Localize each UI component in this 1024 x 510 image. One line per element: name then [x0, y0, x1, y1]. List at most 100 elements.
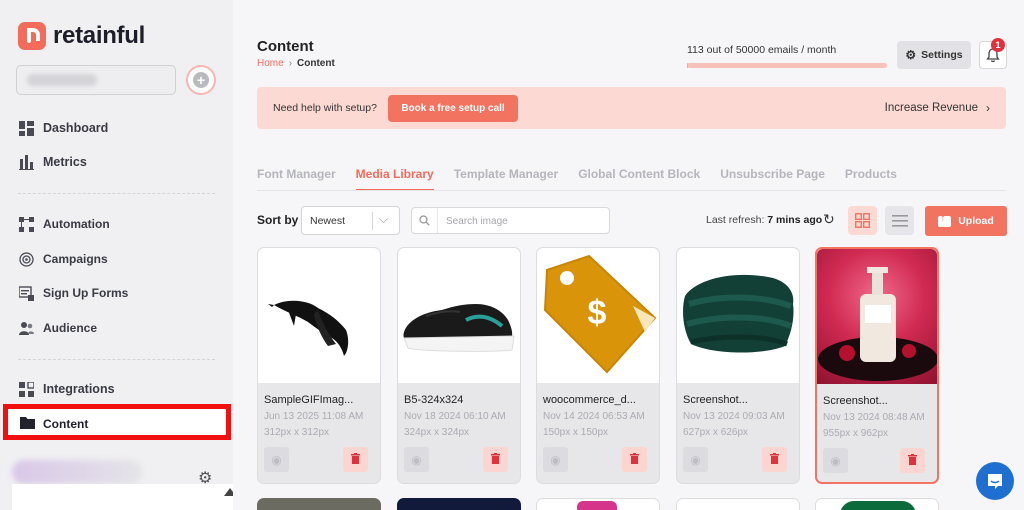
- sort-select[interactable]: Newest ⌵: [301, 206, 400, 235]
- trash-icon: [770, 452, 779, 467]
- grid-view-button[interactable]: [848, 206, 877, 235]
- tab-unsubscribe-page[interactable]: Unsubscribe Page: [720, 165, 825, 191]
- eye-icon: ◉: [411, 452, 422, 467]
- list-view-button[interactable]: [885, 206, 914, 235]
- view-button[interactable]: ◉: [264, 447, 289, 472]
- tab-font-manager[interactable]: Font Manager: [257, 165, 336, 191]
- increase-revenue-link[interactable]: Increase Revenue ›: [885, 101, 990, 115]
- media-card[interactable]: B5-324x324 Nov 18 2024 06:10 AM 324px x …: [397, 247, 521, 484]
- media-card[interactable]: Screenshot... Nov 13 2024 09:03 AM 627px…: [676, 247, 800, 484]
- view-button[interactable]: ◉: [823, 448, 848, 473]
- view-button[interactable]: ◉: [683, 447, 708, 472]
- grid-icon: [855, 213, 870, 228]
- lotion-image[interactable]: [817, 249, 937, 384]
- search-image-field[interactable]: [411, 207, 610, 234]
- refresh-icon[interactable]: ↻: [823, 211, 835, 228]
- price-tag-image[interactable]: $: [537, 248, 659, 383]
- delete-button[interactable]: [343, 447, 368, 472]
- user-account[interactable]: ⚙: [8, 458, 259, 510]
- breadcrumb-home-link[interactable]: Home: [257, 58, 284, 69]
- partial-thumb: [840, 501, 916, 510]
- upload-button[interactable]: Upload: [925, 206, 1007, 236]
- partial-thumb: [577, 501, 617, 510]
- sort-select-value: Newest: [310, 215, 346, 227]
- eye-icon: ◉: [830, 453, 841, 468]
- brand-name: retainful: [53, 22, 145, 49]
- sort-select-divider: [372, 212, 373, 230]
- sidebar-item-signup-forms[interactable]: Sign Up Forms: [18, 283, 128, 303]
- media-card-selected[interactable]: Screenshot... Nov 13 2024 08:48 AM 955px…: [815, 247, 939, 484]
- breadcrumb: Home › Content: [257, 58, 335, 69]
- eye-icon: ◉: [550, 452, 561, 467]
- settings-button[interactable]: ⚙ Settings: [897, 41, 971, 69]
- sidebar-item-campaigns[interactable]: Campaigns: [18, 249, 108, 269]
- delete-button[interactable]: [622, 447, 647, 472]
- tab-global-content-block[interactable]: Global Content Block: [578, 165, 700, 191]
- media-card-partial[interactable]: [397, 498, 521, 510]
- media-date: Jun 13 2025 11:08 AM: [264, 411, 364, 422]
- store-selector[interactable]: [16, 65, 176, 95]
- sidebar-item-label: Automation: [43, 217, 110, 231]
- sidebar-item-automation[interactable]: Automation: [18, 214, 110, 234]
- media-date: Nov 14 2024 06:53 AM: [543, 411, 645, 422]
- blanket-image[interactable]: [677, 248, 799, 383]
- delete-button[interactable]: [483, 447, 508, 472]
- media-name: woocommerce_d...: [543, 394, 636, 406]
- sidebar-item-dashboard[interactable]: Dashboard: [18, 118, 108, 138]
- help-text: Need help with setup?: [273, 102, 377, 114]
- notification-count-badge: 1: [991, 38, 1005, 52]
- media-card-partial[interactable]: [257, 498, 381, 510]
- media-name: B5-324x324: [404, 394, 464, 406]
- last-refresh-value: 7 mins ago: [767, 214, 823, 226]
- upload-label: Upload: [958, 215, 994, 227]
- sneaker-image[interactable]: [398, 248, 520, 383]
- view-button[interactable]: ◉: [543, 447, 568, 472]
- media-card-partial[interactable]: [676, 498, 800, 510]
- media-card-partial[interactable]: [536, 498, 660, 510]
- sidebar-item-label: Campaigns: [43, 252, 108, 266]
- delete-button[interactable]: [762, 447, 787, 472]
- sidebar-item-label: Dashboard: [43, 121, 109, 135]
- sidebar-item-audience[interactable]: Audience: [18, 318, 97, 338]
- tab-media-library[interactable]: Media Library: [355, 165, 434, 191]
- chat-icon: [988, 473, 1002, 489]
- view-button[interactable]: ◉: [404, 447, 429, 472]
- bird-image[interactable]: [258, 248, 380, 383]
- media-card-partial[interactable]: [815, 498, 939, 510]
- tab-products[interactable]: Products: [845, 165, 897, 191]
- sidebar-item-content[interactable]: Content: [3, 404, 231, 440]
- content-tabs: Font Manager Media Library Template Mana…: [257, 165, 917, 191]
- sidebar-item-integrations[interactable]: Integrations: [18, 379, 115, 399]
- delete-button[interactable]: [900, 448, 925, 473]
- sidebar-item-label: Audience: [43, 321, 98, 335]
- sidebar-divider: [18, 359, 215, 360]
- dashboard-icon: [18, 120, 35, 137]
- list-icon: [891, 214, 908, 227]
- retainful-logo-icon: [18, 22, 46, 50]
- search-icon: [412, 208, 438, 233]
- brand-logo[interactable]: retainful: [18, 22, 145, 50]
- search-image-input[interactable]: [446, 212, 601, 230]
- breadcrumb-current: Content: [297, 58, 335, 69]
- book-setup-call-button[interactable]: Book a free setup call: [388, 95, 518, 122]
- email-usage-bar: [687, 63, 887, 68]
- sidebar-item-label: Integrations: [43, 382, 115, 396]
- sidebar-item-label: Sign Up Forms: [43, 286, 129, 300]
- upload-icon: [938, 213, 952, 227]
- media-card[interactable]: SampleGIFImag... Jun 13 2025 11:08 AM 31…: [257, 247, 381, 484]
- media-dimensions: 324px x 324px: [404, 427, 470, 438]
- user-name-redacted: [12, 460, 142, 484]
- sidebar-item-label: Metrics: [43, 155, 87, 169]
- page-title: Content: [257, 38, 314, 55]
- last-refresh-text: Last refresh: 7 mins ago: [706, 214, 822, 226]
- tab-template-manager[interactable]: Template Manager: [454, 165, 558, 191]
- media-card[interactable]: $ woocommerce_d... Nov 14 2024 06:53 AM …: [536, 247, 660, 484]
- tabs-divider: [257, 190, 1006, 191]
- chat-support-button[interactable]: [976, 462, 1014, 500]
- main-content: Content Home › Content 113 out of 50000 em…: [233, 0, 1024, 510]
- email-usage-text: 113 out of 50000 emails / month: [687, 44, 837, 56]
- add-store-button[interactable]: +: [186, 65, 216, 95]
- trash-icon: [351, 452, 360, 467]
- automation-icon: [18, 216, 35, 233]
- sidebar-item-metrics[interactable]: Metrics: [18, 152, 87, 172]
